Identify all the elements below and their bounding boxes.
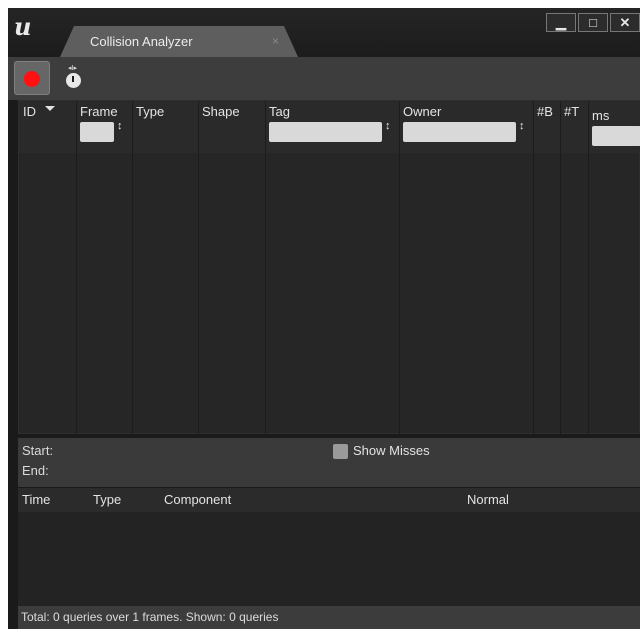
frame-filter-input[interactable]: [80, 122, 114, 142]
sort-descending-icon[interactable]: [45, 106, 55, 111]
frame-timer-button[interactable]: ◂I▸: [54, 61, 88, 95]
timer-arrows-icon: ◂I▸: [68, 65, 77, 72]
column-header-id[interactable]: ID: [23, 104, 36, 119]
column-header-time[interactable]: Time: [22, 492, 50, 507]
hit-table[interactable]: Time Type Component Normal: [18, 488, 640, 606]
tag-filter-input[interactable]: [269, 122, 382, 142]
owner-filter-input[interactable]: [403, 122, 516, 142]
title-bar[interactable]: u Collision Analyzer × ▁ □ ✕: [8, 8, 640, 57]
show-misses-checkbox[interactable]: [333, 444, 348, 459]
owner-spin-icon[interactable]: ↕: [519, 121, 525, 132]
window-controls: ▁ □ ✕: [544, 13, 640, 32]
column-header-ms[interactable]: ms: [592, 108, 609, 123]
record-icon: [24, 71, 40, 87]
column-divider: [533, 101, 534, 435]
collision-analyzer-window: u Collision Analyzer × ▁ □ ✕ ◂I▸ ID Fram…: [8, 8, 640, 629]
status-text: Total: 0 queries over 1 frames. Shown: 0…: [21, 610, 279, 624]
tag-spin-icon[interactable]: ↕: [385, 121, 391, 132]
status-bar: Total: 0 queries over 1 frames. Shown: 0…: [18, 606, 640, 629]
frame-spin-icon[interactable]: ↕: [117, 121, 123, 132]
column-divider: [198, 101, 199, 435]
column-header-tag[interactable]: Tag: [269, 104, 290, 119]
column-header-type[interactable]: Type: [136, 104, 164, 119]
record-button[interactable]: [14, 61, 50, 95]
column-divider: [399, 101, 400, 435]
column-header-blocking[interactable]: #B: [537, 104, 553, 119]
unreal-logo-icon: u: [14, 12, 32, 41]
show-misses-label[interactable]: Show Misses: [353, 443, 430, 458]
stopwatch-icon: [66, 73, 81, 88]
close-button[interactable]: ✕: [610, 13, 640, 32]
tab-collision-analyzer[interactable]: Collision Analyzer ×: [60, 26, 298, 57]
column-divider: [132, 101, 133, 435]
query-table-header: ID Frame ↕ Type Shape Tag ↕ Owner ↕ #B #…: [19, 101, 640, 153]
start-label: Start:: [22, 443, 54, 458]
column-header-shape[interactable]: Shape: [202, 104, 240, 119]
query-table[interactable]: ID Frame ↕ Type Shape Tag ↕ Owner ↕ #B #…: [18, 100, 640, 435]
column-header-hit-type[interactable]: Type: [93, 492, 121, 507]
stopwatch-hand: [72, 76, 74, 82]
query-detail-panel: Start: End: Show Misses: [18, 438, 640, 487]
column-header-frame[interactable]: Frame: [80, 104, 118, 119]
column-header-owner[interactable]: Owner: [403, 104, 441, 119]
end-label: End:: [22, 463, 49, 478]
column-header-component[interactable]: Component: [164, 492, 231, 507]
toolbar: ◂I▸: [8, 57, 640, 100]
ms-filter-input[interactable]: [592, 126, 640, 146]
column-divider: [265, 101, 266, 435]
column-divider: [588, 101, 589, 435]
column-divider: [560, 101, 561, 435]
column-divider: [76, 101, 77, 435]
tab-close-button[interactable]: ×: [272, 34, 279, 48]
maximize-button[interactable]: □: [578, 13, 608, 32]
column-header-touching[interactable]: #T: [564, 104, 579, 119]
tab-label: Collision Analyzer: [90, 34, 193, 49]
minimize-button[interactable]: ▁: [546, 13, 576, 32]
column-header-normal[interactable]: Normal: [467, 492, 509, 507]
hit-table-header: Time Type Component Normal: [18, 488, 640, 512]
